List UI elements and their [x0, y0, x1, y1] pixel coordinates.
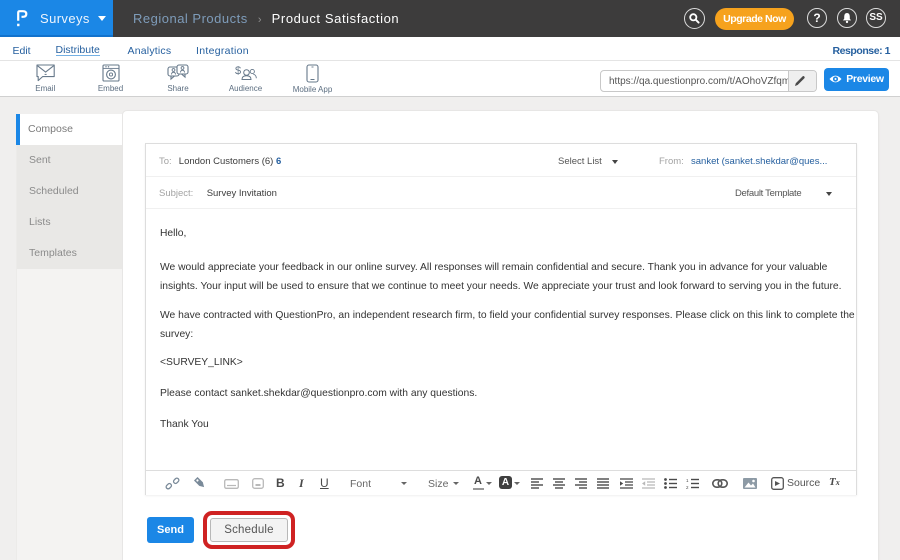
svg-text:1: 1 [686, 478, 689, 483]
svg-text:$: $ [235, 65, 241, 77]
svg-text:2: 2 [686, 485, 689, 489]
